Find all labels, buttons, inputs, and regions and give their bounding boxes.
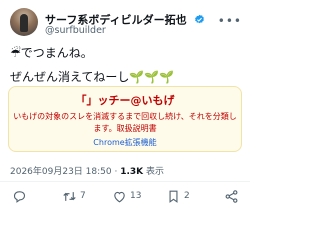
tweet-header: サーフ系ボディビルダー拓也 @surfbuilder ••• [10, 6, 242, 38]
bookmark-button[interactable]: 2 [166, 185, 190, 207]
meta-separator: · [114, 167, 118, 177]
rain-umbrella-icon: ☔ [10, 46, 21, 60]
divider [0, 181, 250, 182]
author-handle[interactable]: @surfbuilder [45, 25, 106, 36]
sprout-icons: 🌱🌱🌱 [129, 70, 175, 84]
bookmark-count: 2 [184, 191, 190, 201]
more-options-icon[interactable]: ••• [218, 14, 242, 28]
card-description: いもげの対象のスレを消滅するまで回収し続け、それを分類します。取扱説明書 [13, 112, 237, 133]
share-button[interactable] [224, 185, 239, 207]
author-name-row[interactable]: サーフ系ボディビルダー拓也 [45, 9, 205, 27]
action-bar: 7 13 2 [0, 185, 250, 207]
tweet-text-1: でつまんね。 [20, 46, 93, 60]
reply-icon [13, 190, 26, 203]
chrome-extension-link[interactable]: Chrome拡張機能 [9, 137, 241, 148]
card-title: 「」ッチー@いもげ [75, 94, 175, 107]
reply-button[interactable] [12, 185, 30, 207]
bookmark-icon [169, 190, 178, 203]
extension-card: 「」ッチー@いもげ いもげの対象のスレを消滅するまで回収し続け、それを分類します… [8, 86, 242, 152]
view-label: 表示 [146, 167, 165, 177]
view-count: 1.3K [120, 167, 144, 177]
retweet-button[interactable]: 7 [62, 185, 86, 207]
retweet-count: 7 [80, 191, 86, 201]
like-count: 13 [130, 191, 142, 201]
tweet-meta: 2026年09月23日 18:50 · 1.3K 表示 [10, 164, 164, 177]
heart-icon [114, 191, 125, 202]
tweet-text-2: ぜんぜん消えてねーし [10, 70, 130, 84]
retweet-icon [63, 191, 76, 201]
share-icon [225, 189, 238, 203]
verified-badge-icon [194, 14, 204, 24]
avatar[interactable] [10, 8, 38, 36]
tweet-text-line-2: ぜんぜん消えてねーし🌱🌱🌱 [10, 68, 174, 85]
like-button[interactable]: 13 [112, 185, 141, 207]
tweet-datetime[interactable]: 2026年09月23日 18:50 [10, 167, 112, 177]
tweet-text-line-1: ☔でつまんね。 [10, 44, 93, 61]
